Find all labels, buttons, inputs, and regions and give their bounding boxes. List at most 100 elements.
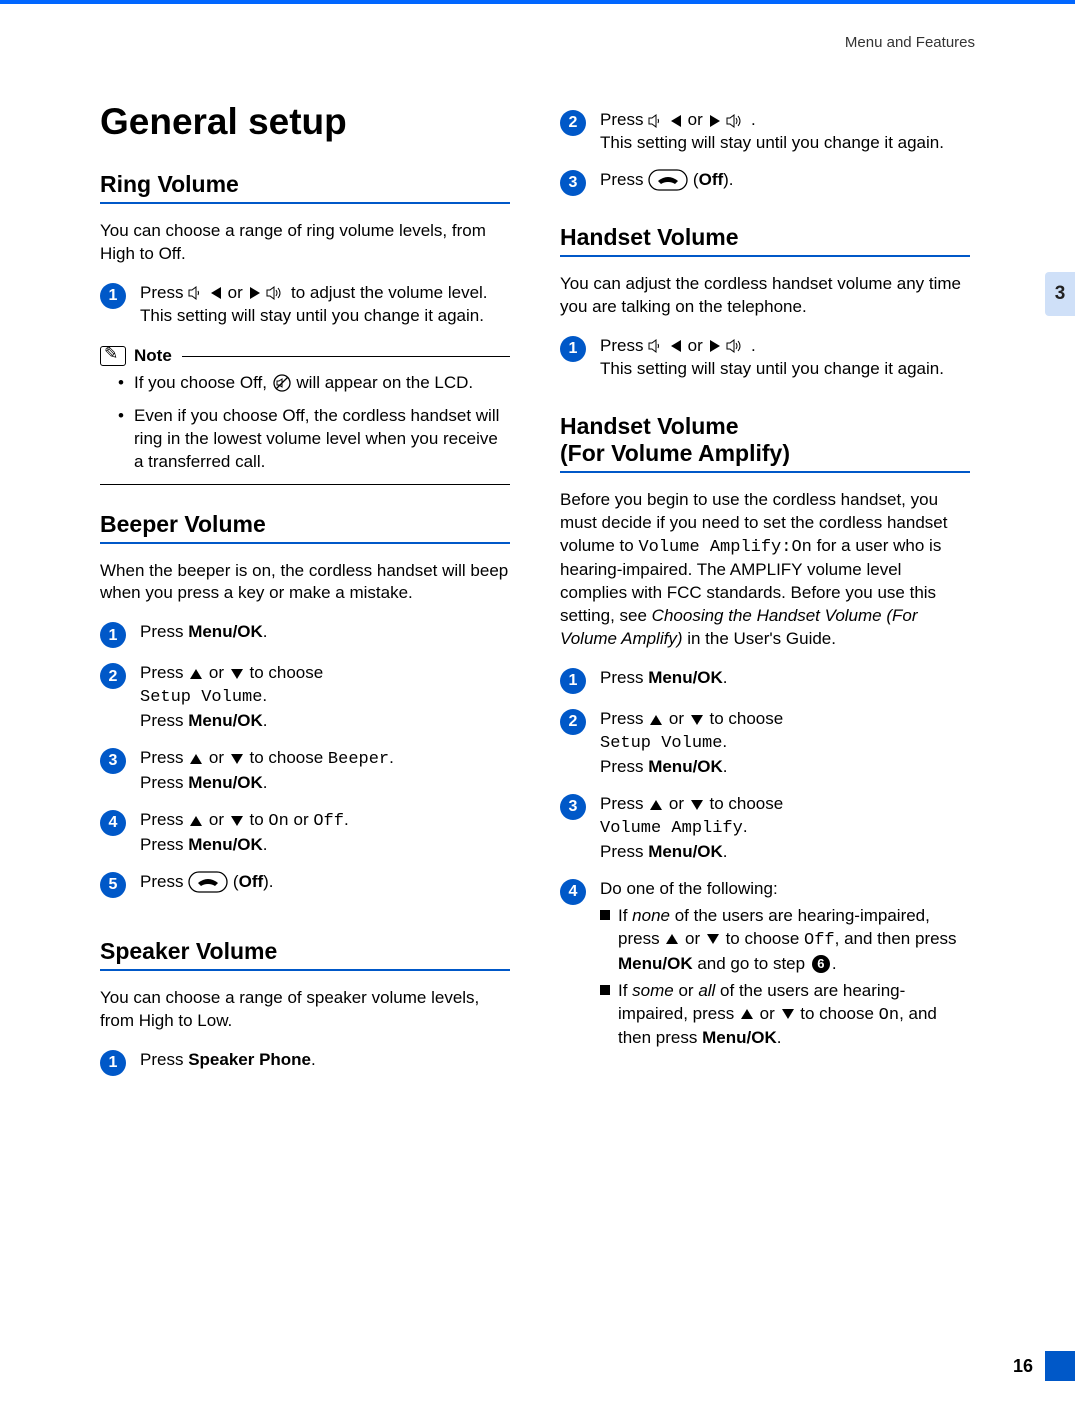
speaker-step-3: 3 Press (Off). xyxy=(560,169,970,196)
text: or xyxy=(204,810,229,829)
volume-high-icon xyxy=(726,339,746,353)
step-number-badge: 2 xyxy=(100,663,126,689)
text: or xyxy=(289,810,314,829)
right-arrow-icon xyxy=(250,287,260,299)
step-number-badge: 4 xyxy=(100,810,126,836)
text: On xyxy=(268,812,288,831)
amplify-step-3: 3 Press or to choose Volume Amplify. Pre… xyxy=(560,793,970,864)
text: This setting will stay until you change … xyxy=(600,359,944,378)
up-arrow-icon xyxy=(190,754,202,764)
text: Off xyxy=(699,170,724,189)
left-arrow-icon xyxy=(671,115,681,127)
text: , and then press xyxy=(835,929,957,948)
text: Menu/OK xyxy=(188,711,263,730)
text: . xyxy=(263,773,268,792)
text: to choose xyxy=(796,1004,879,1023)
text: Press xyxy=(140,663,188,682)
text: Menu/OK xyxy=(188,622,263,641)
text: Off xyxy=(804,931,835,950)
volume-high-icon xyxy=(726,114,746,128)
right-column: 2 Press or . This setting will stay unti… xyxy=(560,101,970,1090)
text: Press xyxy=(600,668,648,687)
text: Setup Volume xyxy=(140,688,262,707)
text: . xyxy=(722,732,727,751)
volume-high-icon xyxy=(266,286,286,300)
note-item: Even if you choose Off, the cordless han… xyxy=(118,405,510,474)
text: Press xyxy=(600,110,648,129)
speaker-step-2: 2 Press or . This setting will stay unti… xyxy=(560,109,970,155)
speaker-intro: You can choose a range of speaker volume… xyxy=(100,987,510,1033)
text: On xyxy=(879,1006,899,1025)
mute-icon xyxy=(272,373,292,393)
text: Press xyxy=(600,170,648,189)
text: or xyxy=(674,981,699,1000)
amplify-option-none: If none of the users are hearing-impaire… xyxy=(600,905,970,976)
text: will appear on the LCD. xyxy=(296,373,473,392)
text: or xyxy=(204,748,229,767)
page-footer: 16 xyxy=(1013,1351,1075,1381)
step-number-badge: 1 xyxy=(560,336,586,362)
text: or xyxy=(664,794,689,813)
text: Menu/OK xyxy=(648,842,723,861)
section-ring-title: Ring Volume xyxy=(100,171,510,204)
chapter-tab: 3 xyxy=(1045,272,1075,316)
text: Press xyxy=(140,748,188,767)
text: Press xyxy=(140,622,188,641)
text: Do one of the following: xyxy=(600,879,778,898)
hangup-button-icon xyxy=(188,871,228,893)
step-number-badge: 1 xyxy=(100,622,126,648)
text: This setting will stay until you change … xyxy=(140,306,484,325)
text: Press xyxy=(140,283,188,302)
text: or xyxy=(228,283,248,302)
handset-step-1: 1 Press or . This setting will stay unti… xyxy=(560,335,970,381)
step-number-badge: 3 xyxy=(100,748,126,774)
page-title: General setup xyxy=(100,101,510,143)
text: Menu/OK xyxy=(648,668,723,687)
text: and go to step xyxy=(693,954,810,973)
beeper-step-3: 3 Press or to choose Beeper. Press Menu/… xyxy=(100,747,510,795)
text: Press xyxy=(140,810,188,829)
beeper-step-4: 4 Press or to On or Off. Press Menu/OK. xyxy=(100,809,510,857)
step-number-badge: 2 xyxy=(560,709,586,735)
square-bullet-icon xyxy=(600,985,610,995)
beeper-intro: When the beeper is on, the cordless hand… xyxy=(100,560,510,606)
beeper-step-5: 5 Press (Off). xyxy=(100,871,510,898)
text: to xyxy=(245,810,269,829)
text: Menu/OK xyxy=(702,1028,777,1047)
down-arrow-icon xyxy=(231,816,243,826)
volume-low-icon xyxy=(648,114,664,128)
note-icon xyxy=(100,346,126,366)
text: in the User's Guide. xyxy=(683,629,836,648)
text: Beeper xyxy=(328,750,389,769)
beeper-step-1: 1 Press Menu/OK. xyxy=(100,621,510,648)
text: Press xyxy=(600,336,648,355)
volume-low-icon xyxy=(648,339,664,353)
text: Press xyxy=(600,842,648,861)
text: . xyxy=(723,842,728,861)
text: . xyxy=(262,686,267,705)
right-arrow-icon xyxy=(710,115,720,127)
up-arrow-icon xyxy=(190,816,202,826)
text: . xyxy=(723,757,728,776)
section-speaker-title: Speaker Volume xyxy=(100,938,510,971)
section-beeper-title: Beeper Volume xyxy=(100,511,510,544)
text: to choose xyxy=(245,663,323,682)
amplify-step-1: 1 Press Menu/OK. xyxy=(560,667,970,694)
text: . xyxy=(263,711,268,730)
step-ref-badge: 6 xyxy=(812,955,830,973)
text: (For Volume Amplify) xyxy=(560,440,790,466)
text: Menu/OK xyxy=(648,757,723,776)
breadcrumb: Menu and Features xyxy=(0,4,1075,51)
note-item: If you choose Off, will appear on the LC… xyxy=(118,372,510,395)
text: . xyxy=(723,668,728,687)
step-number-badge: 3 xyxy=(560,794,586,820)
down-arrow-icon xyxy=(691,800,703,810)
up-arrow-icon xyxy=(741,1009,753,1019)
text: . xyxy=(263,622,268,641)
amplify-option-some: If some or all of the users are hearing-… xyxy=(600,980,970,1051)
text: . xyxy=(263,835,268,854)
text: . xyxy=(743,817,748,836)
text: or xyxy=(664,709,689,728)
left-column: General setup Ring Volume You can choose… xyxy=(100,101,510,1090)
left-arrow-icon xyxy=(211,287,221,299)
